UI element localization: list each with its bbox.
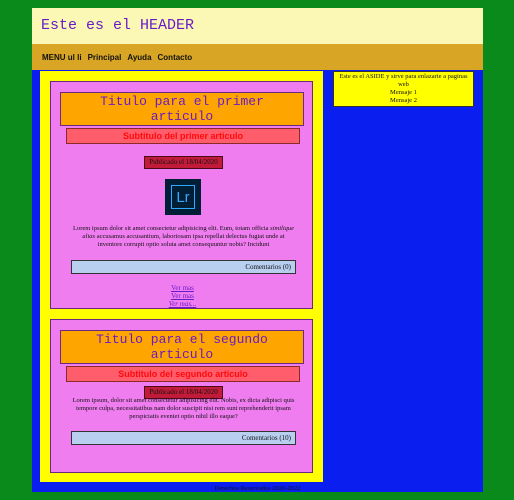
aside-message-1[interactable]: Mensaje 1 (334, 89, 473, 97)
aside-text: Este es el ASIDE y sirve para enlazarte … (339, 73, 468, 88)
nav-item-principal[interactable]: Principal (88, 53, 122, 62)
article-2: Titulo para el segundo articulo Subtitul… (50, 319, 313, 473)
article-2-subtitle: Subtitulo del segundo articulo (66, 366, 300, 382)
article-1-body: Lorem ipsum dolor sit amet consectetur a… (72, 225, 295, 248)
article-1: Titulo para el primer articulo Subtitulo… (50, 81, 313, 309)
header-title: Este es el HEADER (41, 17, 195, 34)
article-2-body: Lorem ipsum, dolor sit amet consectetur … (72, 397, 295, 420)
article-2-title: Titulo para el segundo articulo (60, 330, 304, 364)
article-1-subtitle: Subtitulo del primer articulo (66, 128, 300, 144)
nav-menu: MENU ul li Principal Ayuda Contacto (32, 44, 483, 70)
aside: Este es el ASIDE y sirve para enlazarte … (333, 71, 474, 107)
footer: Derechos Reservados 2020-2022 (214, 485, 301, 492)
ver-mas-link-2[interactable]: Ver mas (51, 292, 314, 300)
aside-message-2[interactable]: Mensaje 2 (334, 97, 473, 105)
nav-item-ayuda[interactable]: Ayuda (127, 53, 151, 62)
lightroom-logo-icon: Lr (165, 179, 201, 215)
ver-mas-link-1[interactable]: Ver mas (51, 284, 314, 292)
nav-item-contacto[interactable]: Contacto (158, 53, 193, 62)
ver-mas-link-3[interactable]: Ver mas... (51, 300, 314, 308)
main-section: Titulo para el primer articulo Subtitulo… (40, 71, 323, 482)
article-1-date: Publicado el 18/04/2020 (144, 156, 223, 169)
article-2-comments[interactable]: Comentarios (10) (71, 431, 296, 445)
article-1-links: Ver mas Ver mas Ver mas... (51, 284, 314, 308)
header: Este es el HEADER (32, 8, 483, 44)
nav-item-menu[interactable]: MENU ul li (42, 53, 82, 62)
article-1-title: Titulo para el primer articulo (60, 92, 304, 126)
page-container: Este es el HEADER MENU ul li Principal A… (32, 8, 483, 492)
article-1-comments[interactable]: Comentarios (0) (71, 260, 296, 274)
